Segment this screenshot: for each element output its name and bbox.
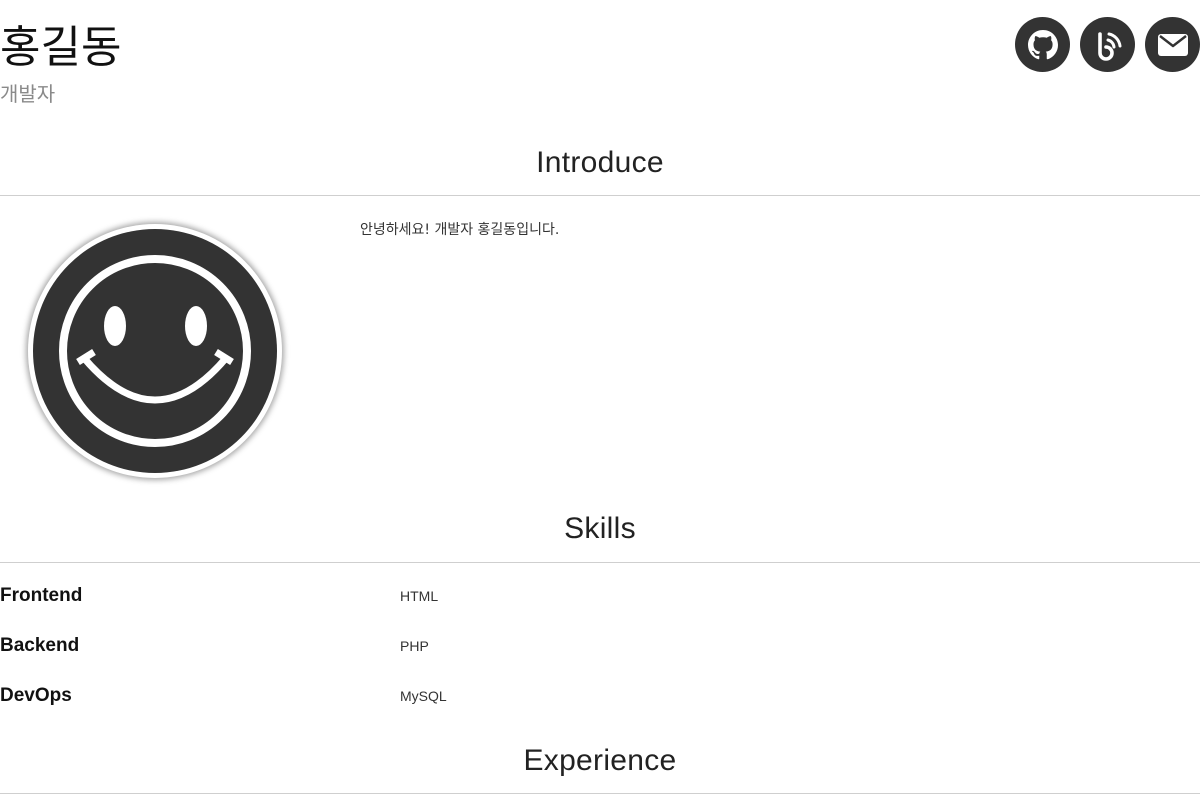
smiley-icon [29, 225, 281, 477]
email-link[interactable] [1145, 17, 1200, 72]
skills-title: Skills [564, 512, 636, 545]
github-icon [1027, 29, 1058, 59]
blog-link[interactable] [1080, 17, 1135, 72]
skill-value: PHP [400, 638, 429, 654]
introduce-divider [0, 195, 1200, 196]
header: 홍길동 개발자 [0, 0, 1200, 120]
social-links [1015, 17, 1200, 72]
profile-avatar [28, 224, 282, 478]
email-icon [1157, 33, 1188, 56]
skill-value: MySQL [400, 688, 447, 704]
experience-divider [0, 793, 1200, 794]
skill-value: HTML [400, 588, 439, 604]
skill-category: DevOps [0, 685, 72, 706]
blog-icon [1097, 31, 1121, 61]
skill-row-devops: DevOps MySQL [0, 685, 1200, 715]
skill-category: Frontend [0, 585, 83, 606]
github-link[interactable] [1015, 17, 1070, 72]
intro-text: 안녕하세요! 개발자 홍길동입니다. [360, 222, 560, 238]
experience-title: Experience [523, 744, 677, 777]
skill-row-frontend: Frontend HTML [0, 585, 1200, 615]
introduce-title: Introduce [536, 146, 664, 179]
skill-category: Backend [0, 635, 80, 656]
skill-row-backend: Backend PHP [0, 635, 1200, 665]
profile-name: 홍길동 [0, 22, 122, 73]
resume-page: 홍길동 개발자 Introduce 안녕하세요! 개발자 홍길동입니다. Ski… [0, 0, 1200, 800]
profile-role: 개발자 [0, 82, 56, 106]
skills-divider [0, 562, 1200, 563]
